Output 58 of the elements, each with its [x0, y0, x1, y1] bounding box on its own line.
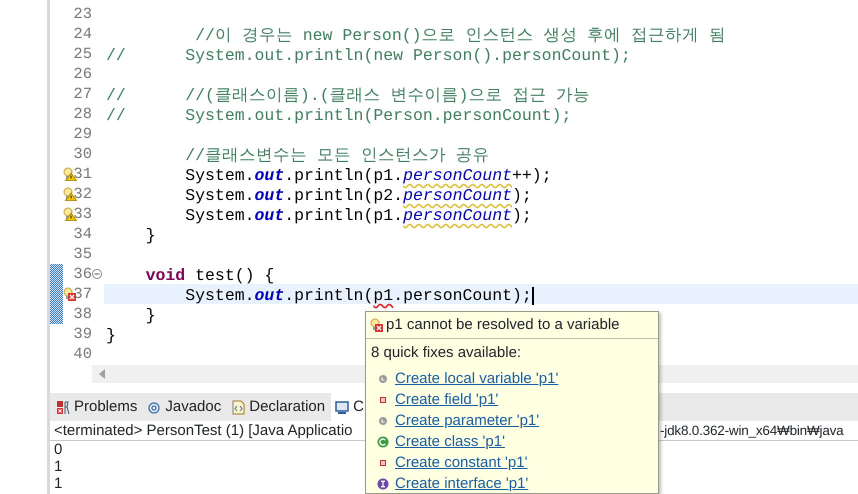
code-line: System.out.println(p2.personCount);	[184, 186, 532, 206]
panel-tab[interactable]: Declaration	[227, 393, 332, 421]
line-number: 27	[73, 84, 92, 104]
line-number: 28	[73, 104, 92, 124]
console-output-line: 1	[54, 475, 62, 492]
line-number: 24	[73, 24, 92, 44]
line-number: 26	[73, 64, 92, 84]
console-header: -jdk8.0.362-win_x64₩bin₩java	[660, 422, 844, 440]
problems-icon	[56, 400, 70, 414]
code-line: System.out.println(p1.personCount);	[184, 206, 532, 226]
collapse-icon[interactable]	[92, 269, 102, 279]
console-output-line: 1	[54, 458, 62, 475]
quick-fix-link[interactable]: Create class 'p1'	[395, 430, 505, 454]
popup-title: p1 cannot be resolved to a variable	[386, 314, 620, 335]
code-line: }	[106, 326, 116, 346]
monitor-icon	[335, 400, 350, 414]
code-line: //클래스변수는 모든 인스턴스가 공유	[184, 146, 490, 166]
panel-tab[interactable]: Javadoc	[143, 393, 228, 421]
console-header: <terminated> PersonTest (1) [Java Applicatio	[54, 422, 352, 439]
code-line: void test() {	[144, 266, 274, 286]
popup-subtitle: 8 quick fixes available:	[371, 344, 522, 361]
interface-icon	[377, 478, 389, 490]
field-icon	[377, 457, 389, 469]
line-number: 31	[73, 164, 92, 184]
line-number: 35	[73, 244, 92, 264]
line-number: 39	[73, 324, 92, 344]
line-number: 30	[73, 144, 92, 164]
line-number: 40	[73, 344, 92, 364]
quick-fix-link[interactable]: Create field 'p1'	[395, 388, 498, 412]
line-number: 34	[73, 224, 92, 244]
code-line: }	[144, 226, 156, 246]
quick-fix-link[interactable]: Create local variable 'p1'	[395, 368, 558, 390]
code-line: System.out.println(p1.personCount++);	[184, 166, 552, 186]
code-line: System.out.println(p1.personCount);	[184, 286, 532, 306]
console-output-line: 0	[54, 441, 62, 458]
code-line: }	[144, 306, 156, 326]
line-number: 38	[73, 304, 92, 324]
code-line: // System.out.println(new Person().personCount);	[106, 46, 631, 66]
line-number: 33	[73, 204, 92, 224]
line-number: 32	[73, 184, 92, 204]
scroll-left-icon	[98, 369, 106, 379]
document-icon	[231, 400, 246, 414]
quick-fix-link[interactable]: Create interface 'p1'	[395, 472, 528, 493]
local-variable-icon	[377, 415, 389, 427]
error-bulb-icon	[370, 318, 384, 332]
local-variable-icon	[377, 373, 389, 385]
line-number: 36	[73, 264, 92, 284]
line-number: 25	[73, 44, 92, 64]
class-icon	[377, 436, 389, 448]
quick-fix-link[interactable]: Create constant 'p1'	[395, 452, 528, 474]
code-line: // //(클래스이름).(클래스 변수이름)으로 접근 가능	[106, 86, 590, 106]
panel-tab[interactable]: Problems	[52, 393, 144, 421]
line-number: 29	[73, 124, 92, 144]
line-number: 23	[73, 4, 92, 24]
code-line: // System.out.println(Person.personCount);	[106, 106, 572, 126]
field-icon	[377, 394, 389, 406]
code-line: //이 경우는 new Person()으로 인스턴스 생성 후에 접근하게 됨	[194, 26, 726, 46]
quick-fix-link[interactable]: Create parameter 'p1'	[395, 410, 540, 432]
